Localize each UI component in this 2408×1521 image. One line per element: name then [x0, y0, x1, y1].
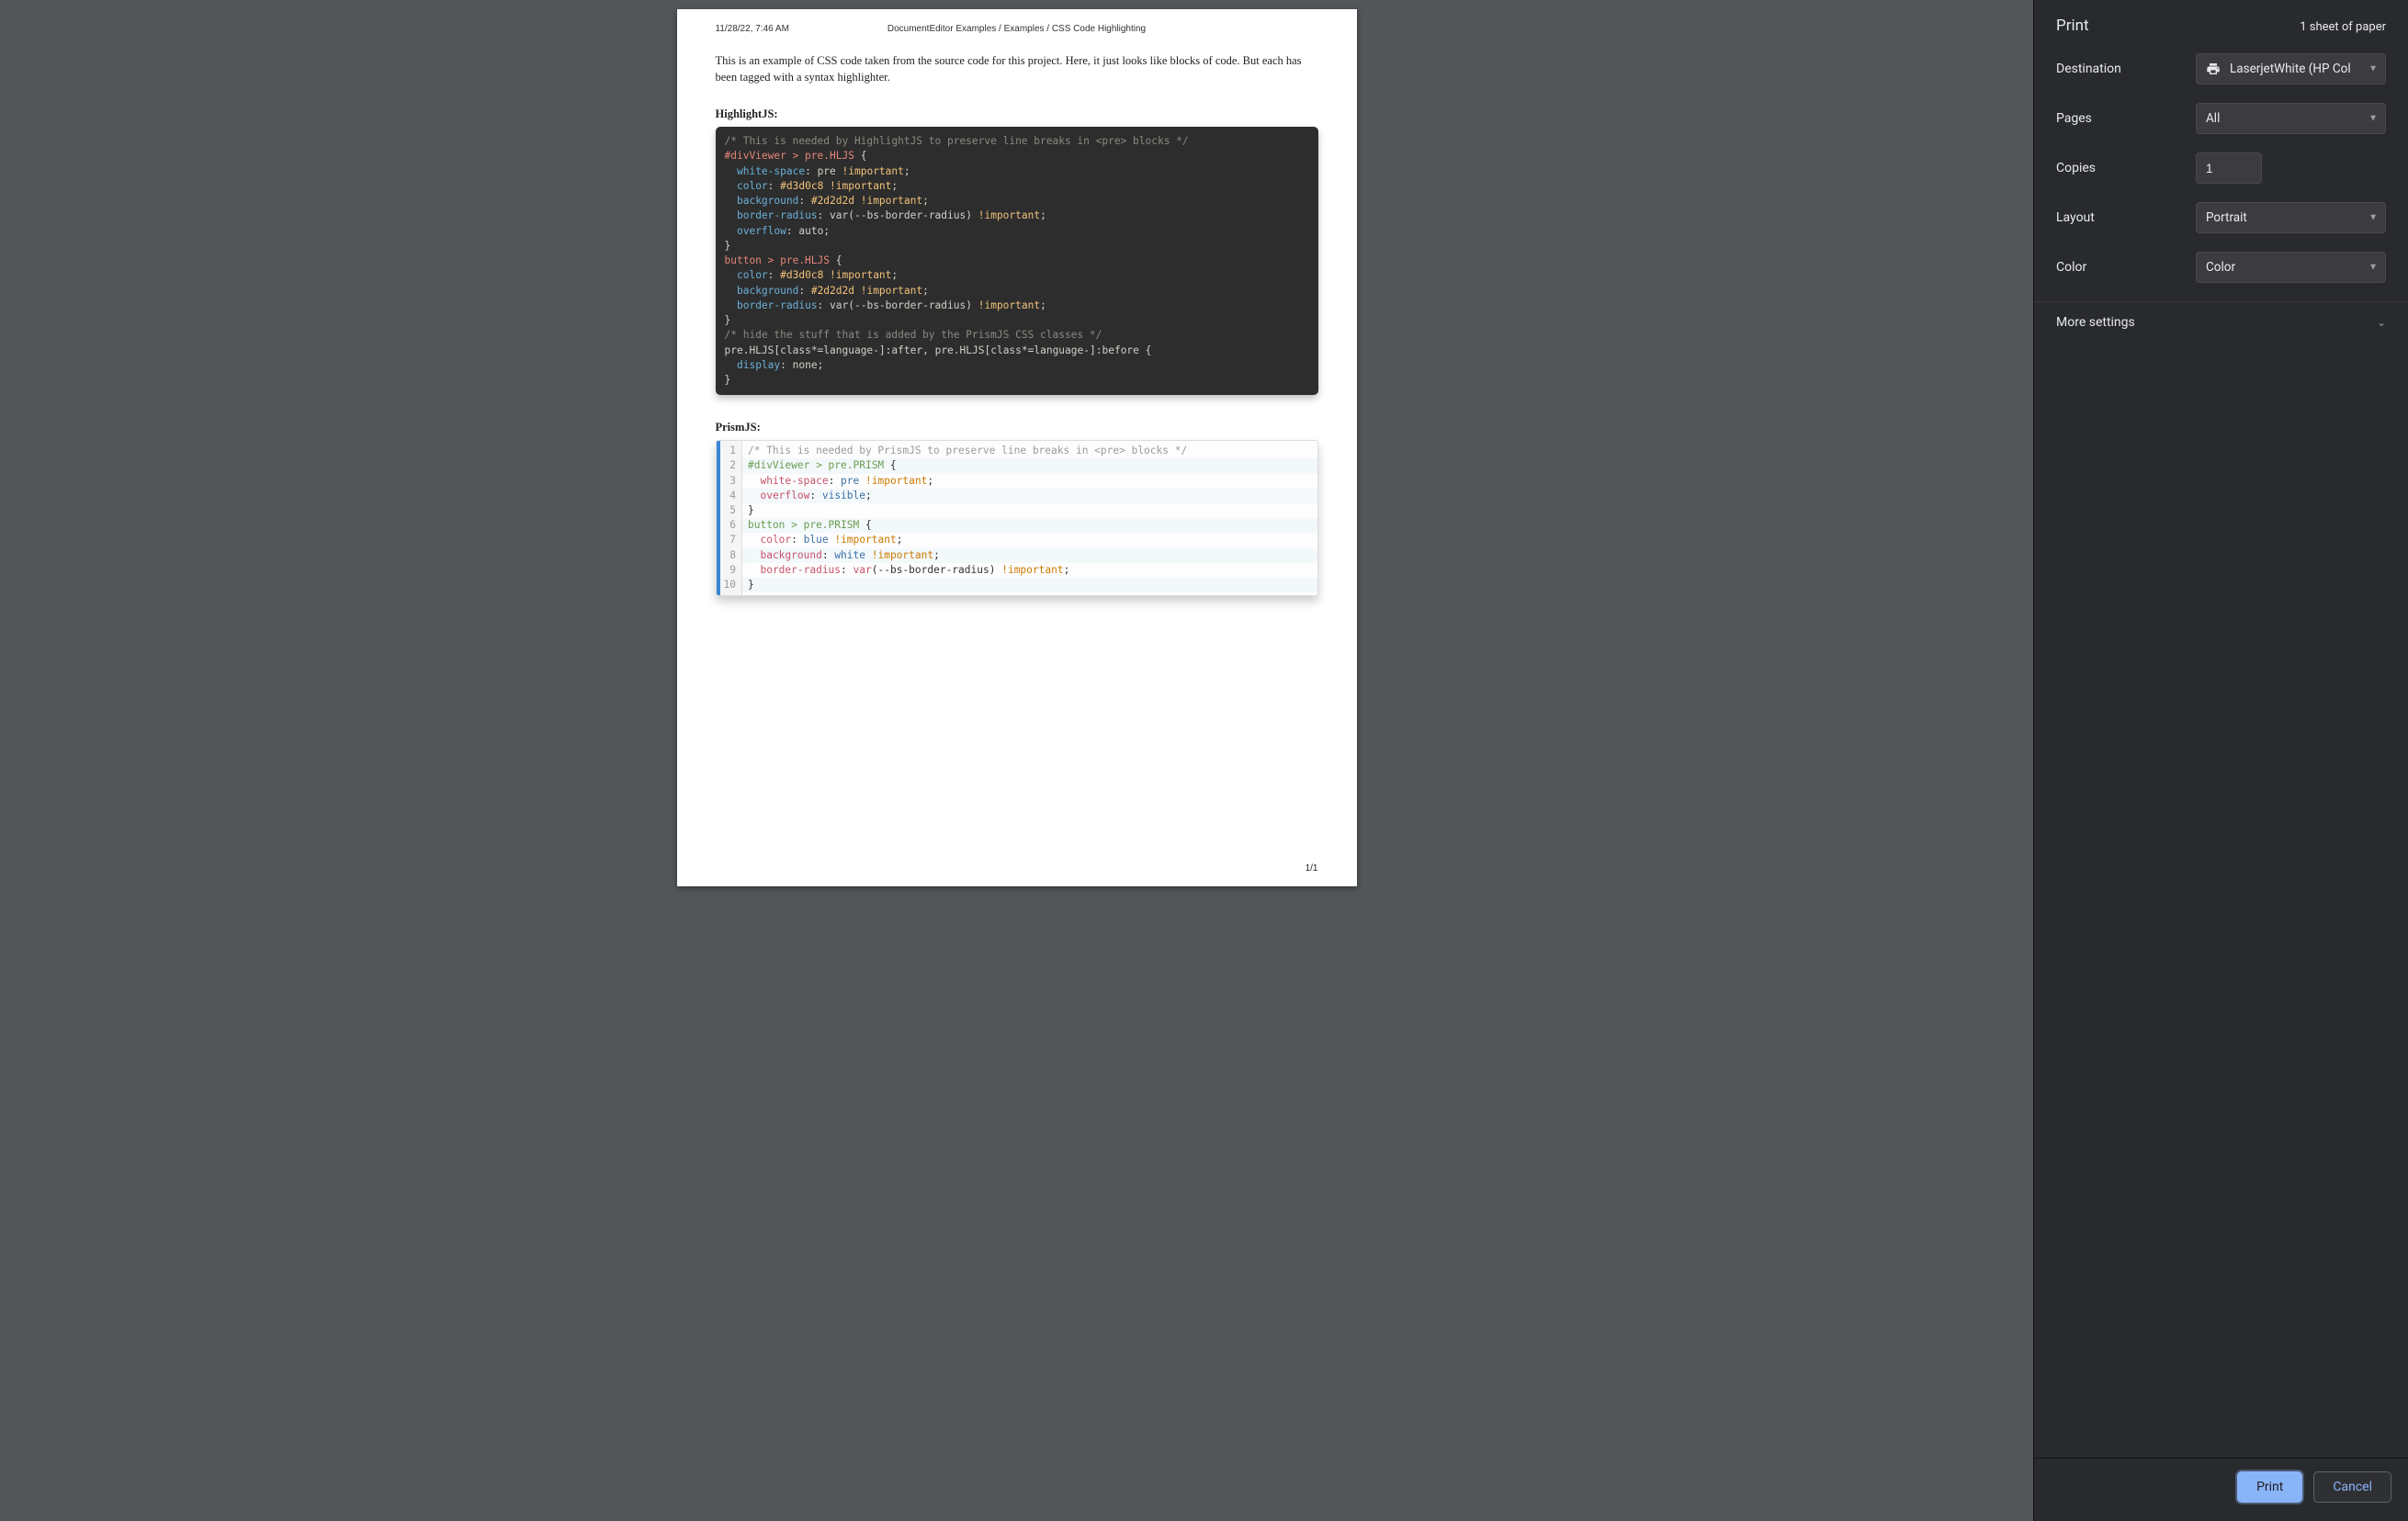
header-timestamp: 11/28/22, 7:46 AM: [716, 24, 789, 34]
cancel-button[interactable]: Cancel: [2313, 1471, 2391, 1503]
layout-value: Portrait: [2206, 210, 2247, 225]
label-layout: Layout: [2056, 210, 2185, 225]
chevron-down-icon: ▼: [2368, 263, 2378, 273]
destination-value: LaserjetWhite (HP Col: [2230, 62, 2351, 76]
sidebar-footer: Print Cancel: [2034, 1458, 2408, 1521]
printer-icon: [2206, 62, 2221, 76]
destination-select[interactable]: LaserjetWhite (HP Col ▼: [2196, 53, 2386, 84]
chevron-down-icon: ⌄: [2377, 316, 2386, 329]
pages-value: All: [2206, 111, 2220, 126]
print-preview-area[interactable]: 11/28/22, 7:46 AM DocumentEditor Example…: [0, 0, 2033, 1521]
pages-select[interactable]: All ▼: [2196, 103, 2386, 134]
print-sidebar: Print 1 sheet of paper Destination Laser…: [2033, 0, 2408, 1521]
more-settings-toggle[interactable]: More settings ⌄: [2034, 301, 2408, 343]
row-destination: Destination LaserjetWhite (HP Col ▼: [2034, 44, 2408, 94]
row-pages: Pages All ▼: [2034, 94, 2408, 143]
layout-select[interactable]: Portrait ▼: [2196, 202, 2386, 233]
section-title-prismjs: PrismJS:: [716, 421, 1318, 434]
chevron-down-icon: ▼: [2368, 114, 2378, 124]
row-color: Color Color ▼: [2034, 242, 2408, 292]
row-layout: Layout Portrait ▼: [2034, 193, 2408, 242]
sidebar-title: Print: [2056, 17, 2089, 35]
sheet-count: 1 sheet of paper: [2300, 20, 2386, 34]
color-select[interactable]: Color ▼: [2196, 252, 2386, 283]
intro-text: This is an example of CSS code taken fro…: [716, 52, 1318, 85]
preview-page: 11/28/22, 7:46 AM DocumentEditor Example…: [677, 9, 1357, 886]
code-block-highlightjs: /* This is needed by HighlightJS to pres…: [716, 127, 1318, 395]
more-settings-label: More settings: [2056, 315, 2135, 330]
page-number: 1/1: [1306, 863, 1318, 873]
chevron-down-icon: ▼: [2368, 213, 2378, 223]
label-color: Color: [2056, 260, 2185, 275]
label-pages: Pages: [2056, 111, 2185, 126]
color-value: Color: [2206, 260, 2235, 275]
copies-input-wrap[interactable]: [2196, 152, 2262, 184]
copies-input[interactable]: [2206, 162, 2252, 175]
label-destination: Destination: [2056, 62, 2185, 76]
row-copies: Copies: [2034, 143, 2408, 193]
page-header: 11/28/22, 7:46 AM DocumentEditor Example…: [716, 24, 1318, 34]
label-copies: Copies: [2056, 161, 2185, 175]
chevron-down-icon: ▼: [2368, 64, 2378, 74]
section-title-highlightjs: HighlightJS:: [716, 107, 1318, 121]
code-block-prismjs: 12345678910 /* This is needed by PrismJS…: [716, 440, 1318, 596]
print-button[interactable]: Print: [2237, 1471, 2302, 1503]
